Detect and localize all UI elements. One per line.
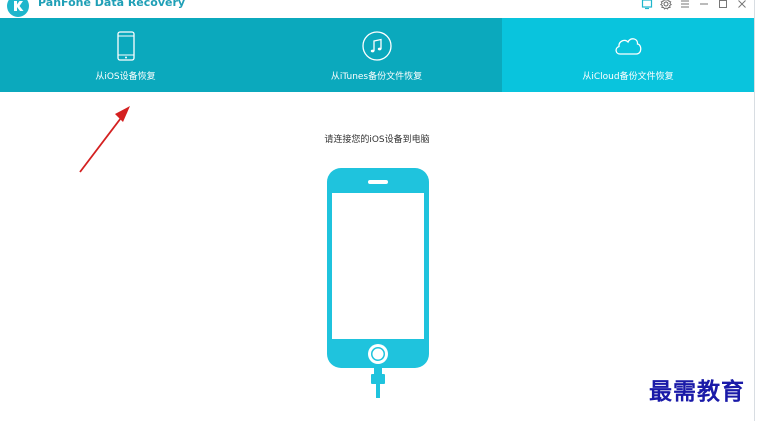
recovery-mode-tabs: 从iOS设备恢复 从iTunes备份文件恢复 从iCloud备份文件恢复 xyxy=(0,18,754,92)
app-window: PanFone Data Recovery 从iOS设备恢复 从iTunes备份… xyxy=(0,0,755,421)
tab-label: 从iTunes备份文件恢复 xyxy=(330,72,423,82)
app-title: PanFone Data Recovery xyxy=(38,0,186,9)
app-logo-icon xyxy=(7,0,29,17)
maximize-icon[interactable] xyxy=(717,0,729,10)
tab-label: 从iCloud备份文件恢复 xyxy=(582,72,674,82)
red-arrow-icon xyxy=(76,100,136,176)
iphone-with-cable-icon xyxy=(325,168,431,398)
page: PanFone Data Recovery 从iOS设备恢复 从iTunes备份… xyxy=(0,0,771,421)
phone-icon xyxy=(110,30,142,62)
tab-recover-from-icloud-backup[interactable]: 从iCloud备份文件恢复 xyxy=(502,18,754,92)
tab-label: 从iOS设备恢复 xyxy=(95,72,156,82)
feedback-icon[interactable] xyxy=(641,0,653,10)
watermark-text: 最需教育 xyxy=(649,378,745,405)
minimize-icon[interactable] xyxy=(698,0,710,10)
title-bar: PanFone Data Recovery xyxy=(0,0,754,18)
tab-recover-from-itunes-backup[interactable]: 从iTunes备份文件恢复 xyxy=(251,18,502,92)
tab-recover-from-ios-device[interactable]: 从iOS设备恢复 xyxy=(0,18,251,92)
cloud-icon xyxy=(612,30,644,62)
menu-icon[interactable] xyxy=(679,0,691,10)
music-note-icon xyxy=(361,30,393,62)
settings-icon[interactable] xyxy=(660,0,672,10)
window-controls xyxy=(641,0,748,11)
close-icon[interactable] xyxy=(736,0,748,10)
